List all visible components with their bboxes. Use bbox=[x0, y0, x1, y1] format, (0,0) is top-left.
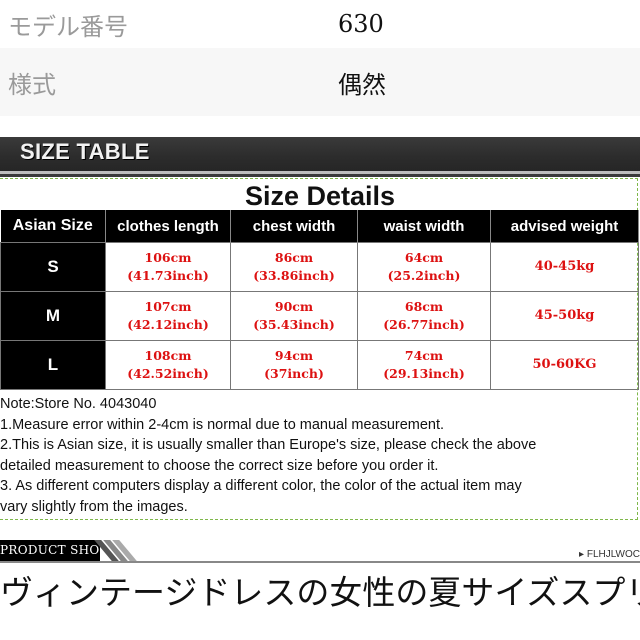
column-header: advised weight bbox=[490, 210, 639, 243]
inch-value: (26.77inch) bbox=[383, 317, 465, 332]
table-row: M 107cm (42.12inch) 90cm (35.43inch) 68cm (… bbox=[0, 291, 639, 341]
cm-value: 90cm bbox=[274, 299, 314, 314]
inch-value: (33.86inch) bbox=[253, 268, 335, 283]
note-line: 1.Measure error within 2-4cm is normal d… bbox=[0, 416, 445, 433]
inch-value: (37inch) bbox=[264, 366, 324, 381]
note-line: 3. As different computers display a diff… bbox=[0, 478, 522, 494]
inch-value: (29.13inch) bbox=[383, 366, 465, 381]
weight-cell: 50-60KG bbox=[490, 340, 639, 390]
cm-value: 86cm bbox=[274, 250, 314, 265]
product-show-label: PRODUCT SHOW bbox=[0, 543, 113, 557]
cm-value: 64cm bbox=[404, 250, 444, 265]
length-cell: 108cm (42.52inch) bbox=[105, 340, 231, 390]
inch-value: (42.52inch) bbox=[127, 366, 209, 381]
inch-value: (25.2inch) bbox=[387, 268, 461, 283]
divider bbox=[0, 561, 640, 563]
table-row: L 108cm (42.52inch) 94cm (37inch) 74cm (29.… bbox=[0, 340, 639, 390]
inch-value: (35.43inch) bbox=[253, 317, 335, 332]
note-line: 2.This is Asian size, it is usually smal… bbox=[0, 437, 537, 453]
size-cell: L bbox=[0, 340, 106, 390]
spec-row-model-number: モデル番号 630 bbox=[0, 0, 640, 48]
size-cell: S bbox=[0, 242, 106, 292]
waist-cell: 64cm (25.2inch) bbox=[357, 242, 491, 292]
cm-value: 107cm bbox=[144, 299, 192, 314]
waist-cell: 68cm (26.77inch) bbox=[357, 291, 491, 341]
column-header: clothes length bbox=[105, 210, 231, 243]
chest-cell: 90cm (35.43inch) bbox=[230, 291, 358, 341]
note-line: detailed measurement to choose the corre… bbox=[0, 457, 439, 474]
column-header: waist width bbox=[357, 210, 491, 243]
waist-cell: 74cm (29.13inch) bbox=[357, 340, 491, 390]
spec-value: 630 bbox=[338, 10, 384, 38]
cm-value: 74cm bbox=[404, 348, 444, 363]
cm-value: 94cm bbox=[274, 348, 314, 363]
weight-cell: 40-45kg bbox=[490, 242, 639, 292]
table-row: S 106cm (41.73inch) 86cm (33.86inch) 64cm (… bbox=[0, 242, 639, 292]
size-table: Asian Size clothes length chest width wa… bbox=[0, 210, 639, 390]
column-header: Asian Size bbox=[0, 210, 106, 243]
length-cell: 107cm (42.12inch) bbox=[105, 291, 231, 341]
spec-value: 偶然 bbox=[338, 70, 386, 99]
size-notes: Note:Store No. 4043040 1.Measure error w… bbox=[0, 394, 640, 517]
length-cell: 106cm (41.73inch) bbox=[105, 242, 231, 292]
cm-value: 68cm bbox=[404, 299, 444, 314]
cm-value: 108cm bbox=[144, 348, 192, 363]
note-line: Note:Store No. 4043040 bbox=[0, 396, 157, 412]
banner-title: SIZE TABLE bbox=[20, 139, 150, 164]
inch-value: (42.12inch) bbox=[127, 317, 209, 332]
inch-value: (41.73inch) bbox=[127, 268, 209, 283]
brand-label: ▸ FLHJLWOC bbox=[579, 549, 640, 560]
product-description-line: ヴィンテージドレスの女性の夏サイズスプリッ bbox=[0, 573, 640, 612]
cm-value: 106cm bbox=[144, 250, 192, 265]
spec-label: 様式 bbox=[8, 70, 56, 99]
spec-row-style: 様式 偶然 bbox=[0, 48, 640, 116]
chest-cell: 86cm (33.86inch) bbox=[230, 242, 358, 292]
size-table-banner: SIZE TABLE bbox=[0, 137, 640, 171]
chest-cell: 94cm (37inch) bbox=[230, 340, 358, 390]
spec-label: モデル番号 bbox=[8, 12, 128, 41]
divider bbox=[0, 174, 640, 177]
table-header-row: Asian Size clothes length chest width wa… bbox=[0, 210, 639, 243]
note-line: vary slightly from the images. bbox=[0, 498, 188, 515]
column-header: chest width bbox=[230, 210, 358, 243]
weight-cell: 45-50kg bbox=[490, 291, 639, 341]
size-details-title: Size Details bbox=[244, 181, 396, 211]
size-cell: M bbox=[0, 291, 106, 341]
